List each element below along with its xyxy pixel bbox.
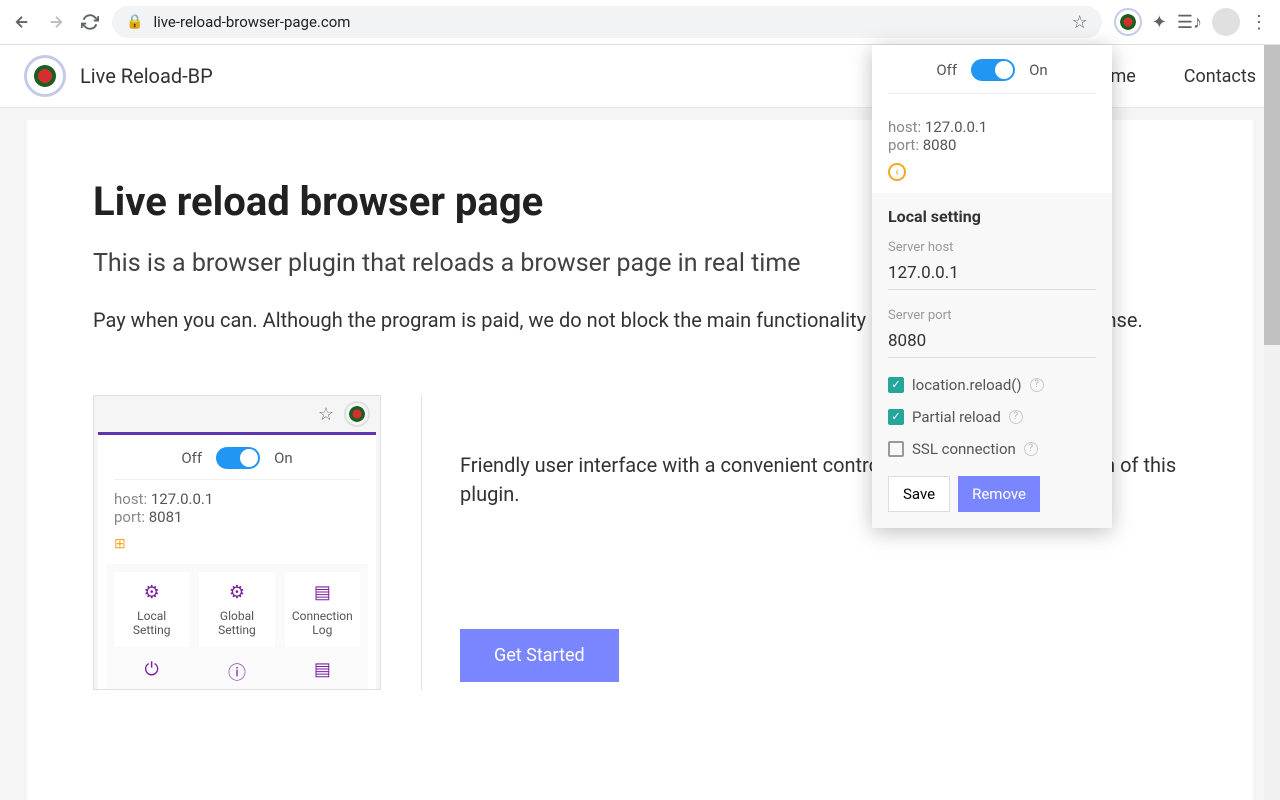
remove-button[interactable]: Remove (958, 476, 1040, 512)
address-bar[interactable]: 🔒 live-reload-browser-page.com ☆ (112, 6, 1102, 38)
site-logo-icon (34, 65, 56, 87)
preview-cards: ⚙ Local Setting ⚙ Global Setting ▤ (106, 564, 368, 647)
preview-grid-icon: ⊞ (106, 536, 368, 564)
gear-icon: ⚙ (201, 582, 272, 603)
gear-icon: ⚙ (116, 582, 187, 603)
ext-on-label: On (1029, 61, 1048, 79)
server-host-label: Server host (888, 240, 1096, 255)
site-nav: Home Contacts (1087, 66, 1256, 87)
preview-star-icon: ☆ (318, 404, 334, 425)
preview-card-global: ⚙ Global Setting (199, 572, 274, 647)
server-host-input[interactable] (888, 259, 1096, 290)
url-text: live-reload-browser-page.com (153, 13, 1061, 31)
chrome-menu-icon[interactable]: ⋮ (1250, 12, 1268, 33)
site-title: Live Reload-BP (80, 64, 213, 88)
forward-button[interactable] (46, 12, 66, 32)
warning-icon[interactable]: ‹ (888, 163, 906, 181)
checkbox-checked-icon: ✓ (888, 377, 904, 393)
server-port-label: Server port (888, 308, 1096, 323)
server-port-input[interactable] (888, 327, 1096, 358)
help-icon[interactable]: ? (1009, 410, 1023, 424)
ext-local-setting: Local setting Server host Server port ✓ … (872, 193, 1112, 528)
preview-toggle-row: Off On (114, 447, 360, 480)
scrollbar-thumb[interactable] (1264, 45, 1280, 345)
ext-toggle[interactable] (971, 59, 1015, 81)
extension-icon[interactable] (1114, 8, 1142, 36)
preview-hostport: host: 127.0.0.1 port: 8081 (106, 480, 368, 536)
info-icon: ⓘ (199, 655, 274, 689)
preview-card-log: ▤ Connection Log (285, 572, 360, 647)
power-icon: ⏻ (114, 655, 189, 689)
preview-ext-icon (344, 401, 370, 427)
help-icon[interactable]: ? (1030, 378, 1044, 392)
nav-link-contacts[interactable]: Contacts (1184, 66, 1256, 87)
ext-hostport: host: 127.0.0.1 port: 8080 (872, 108, 1112, 160)
reading-list-icon[interactable]: ☰♪ (1177, 12, 1202, 33)
get-started-button[interactable]: Get Started (460, 629, 619, 682)
save-button[interactable]: Save (888, 476, 950, 512)
check-location-reload[interactable]: ✓ location.reload() ? (888, 376, 1096, 394)
extension-target-icon (1120, 14, 1136, 30)
preview-card-local: ⚙ Local Setting (114, 572, 189, 647)
extensions-puzzle-icon[interactable]: ✦ (1152, 12, 1167, 33)
lock-icon: 🔒 (126, 14, 143, 30)
doc-icon: ▤ (287, 582, 358, 603)
preview-on-label: On (274, 449, 293, 467)
extension-popup: Off On host: 127.0.0.1 port: 8080 ‹ Loca… (872, 45, 1112, 528)
site-logo[interactable] (24, 55, 66, 97)
preview-cards-row2: ⏻ ⓘ ▤ (106, 647, 368, 689)
list-icon: ▤ (285, 655, 360, 689)
preview-off-label: Off (181, 449, 202, 467)
ext-setting-title: Local setting (888, 207, 1096, 226)
checkbox-unchecked-icon (888, 441, 904, 457)
ext-buttons: Save Remove (888, 476, 1096, 512)
profile-avatar[interactable] (1212, 8, 1240, 36)
preview-column: ☆ Off On host: 127.0.0.1 port: 8081 (93, 395, 381, 690)
preview-chrome: ☆ (94, 396, 380, 432)
ext-warning: ‹ (872, 160, 1112, 193)
preview-toggle (216, 447, 260, 469)
ext-off-label: Off (936, 61, 957, 79)
chrome-right: ✦ ☰♪ ⋮ (1114, 8, 1268, 36)
check-partial-reload[interactable]: ✓ Partial reload ? (888, 408, 1096, 426)
nav-buttons (12, 12, 100, 32)
bookmark-star-icon[interactable]: ☆ (1072, 12, 1088, 33)
preview-mini-browser: ☆ Off On host: 127.0.0.1 port: 8081 (93, 395, 381, 690)
checkbox-checked-icon: ✓ (888, 409, 904, 425)
scrollbar[interactable] (1264, 45, 1280, 800)
check-ssl[interactable]: SSL connection ? (888, 440, 1096, 458)
back-button[interactable] (12, 12, 32, 32)
ext-toggle-row: Off On (888, 59, 1096, 94)
help-icon[interactable]: ? (1024, 442, 1038, 456)
reload-button[interactable] (80, 12, 100, 32)
ext-header-section: Off On (872, 45, 1112, 108)
browser-chrome: 🔒 live-reload-browser-page.com ☆ ✦ ☰♪ ⋮ (0, 0, 1280, 45)
preview-panel: Off On host: 127.0.0.1 port: 8081 ⊞ ⚙ (98, 432, 376, 689)
